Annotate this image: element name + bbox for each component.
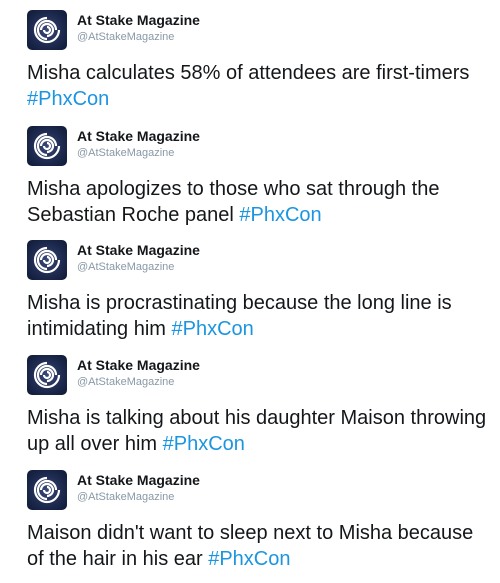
avatar[interactable] [27, 10, 67, 50]
avatar[interactable] [27, 470, 67, 510]
tweet-text: Misha calculates 58% of attendees are fi… [27, 60, 495, 112]
avatar[interactable] [27, 240, 67, 280]
tweet-body: Misha is talking about his daughter Mais… [27, 407, 487, 455]
tweet-text: Misha apologizes to those who sat throug… [27, 176, 495, 228]
account-handle[interactable]: @AtStakeMagazine [77, 491, 174, 503]
account-name[interactable]: At Stake Magazine [77, 12, 200, 28]
account-handle[interactable]: @AtStakeMagazine [77, 261, 174, 273]
avatar[interactable] [27, 126, 67, 166]
avatar[interactable] [27, 355, 67, 395]
swirl-logo-icon [33, 361, 61, 389]
account-handle[interactable]: @AtStakeMagazine [77, 31, 174, 43]
tweet-text: Misha is talking about his daughter Mais… [27, 405, 495, 457]
account-name[interactable]: At Stake Magazine [77, 242, 200, 258]
account-handle[interactable]: @AtStakeMagazine [77, 147, 174, 159]
tweet-body: Misha apologizes to those who sat throug… [27, 178, 440, 226]
account-handle[interactable]: @AtStakeMagazine [77, 376, 174, 388]
tweet-text: Maison didn't want to sleep next to Mish… [27, 520, 495, 572]
tweet-text: Misha is procrastinating because the lon… [27, 290, 495, 342]
hashtag-link[interactable]: #PhxCon [239, 204, 321, 226]
tweet-body: Misha calculates 58% of attendees are fi… [27, 62, 470, 84]
swirl-logo-icon [33, 476, 61, 504]
swirl-logo-icon [33, 132, 61, 160]
account-name[interactable]: At Stake Magazine [77, 472, 200, 488]
account-name[interactable]: At Stake Magazine [77, 128, 200, 144]
hashtag-link[interactable]: #PhxCon [208, 548, 290, 570]
hashtag-link[interactable]: #PhxCon [27, 88, 109, 110]
swirl-logo-icon [33, 246, 61, 274]
hashtag-link[interactable]: #PhxCon [163, 433, 245, 455]
account-name[interactable]: At Stake Magazine [77, 357, 200, 373]
swirl-logo-icon [33, 16, 61, 44]
hashtag-link[interactable]: #PhxCon [172, 318, 254, 340]
